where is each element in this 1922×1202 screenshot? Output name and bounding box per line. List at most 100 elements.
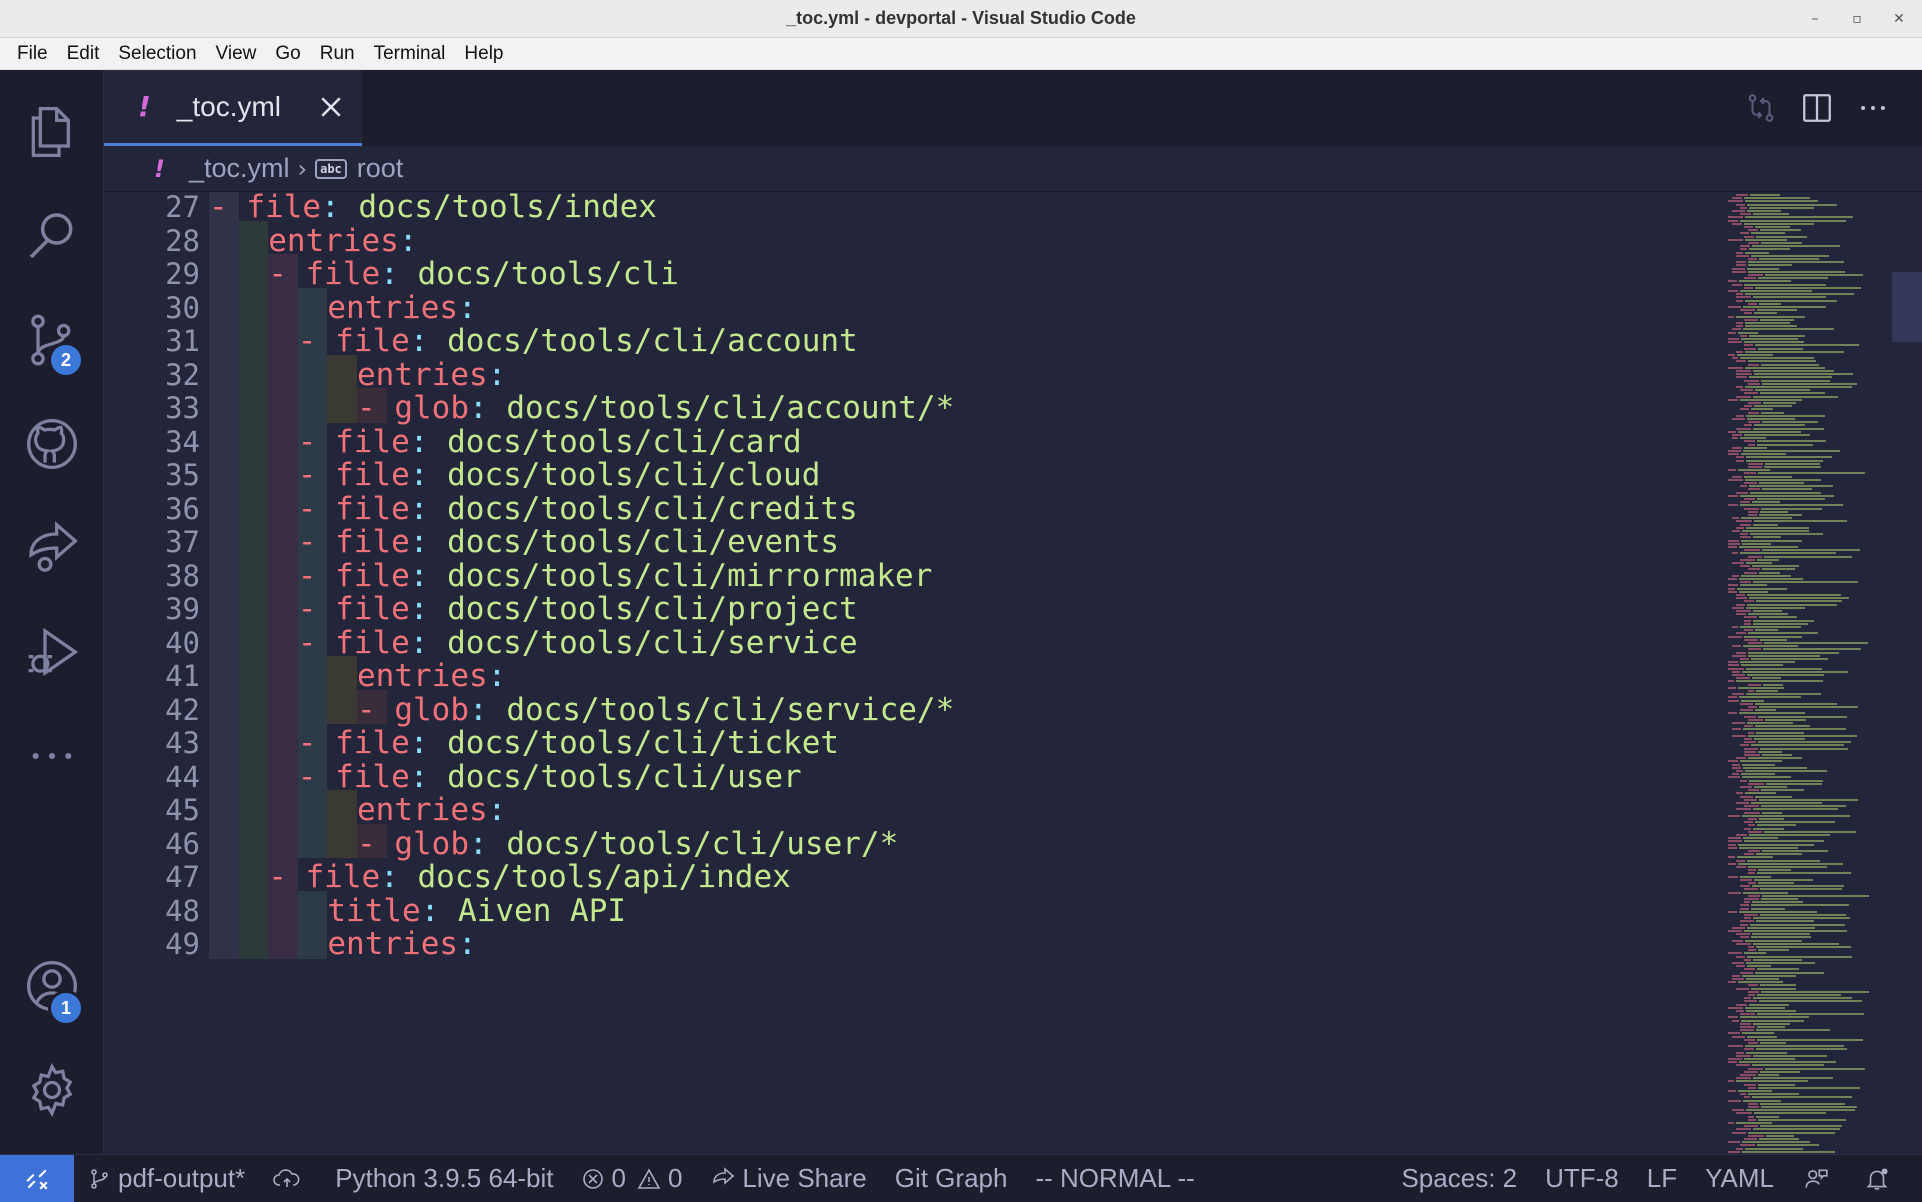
problems-indicator[interactable]: 0 0	[567, 1155, 696, 1202]
minimap-stripe	[1728, 430, 1736, 433]
live-share-button[interactable]	[0, 496, 104, 600]
minimap-stripe	[1736, 933, 1751, 936]
manage-button[interactable]	[0, 1038, 104, 1142]
more-actions-icon[interactable]	[1856, 91, 1890, 125]
open-changes-icon[interactable]	[1744, 91, 1778, 125]
menu-edit[interactable]: Edit	[58, 43, 110, 65]
minimap-stripe	[1728, 341, 1742, 344]
branch-indicator[interactable]: pdf-output*	[74, 1155, 259, 1202]
minimap-stripe	[1736, 1064, 1751, 1067]
menu-view[interactable]: View	[207, 43, 267, 65]
minimap-stripe	[1728, 910, 1737, 913]
minimap-stripe	[1732, 1035, 1745, 1038]
code-editor[interactable]: 27- file: docs/tools/index 28 entries: 29- …	[104, 192, 1724, 1154]
minimap-stripe	[1756, 946, 1852, 948]
remote-indicator[interactable]	[0, 1154, 74, 1202]
minimap-stripe	[1728, 846, 1738, 849]
tab-toc-yml[interactable]: ! _toc.yml	[104, 70, 362, 146]
minimap-stripe	[1728, 238, 1744, 241]
minimap-stripe	[1746, 459, 1823, 462]
minimap-stripe	[1738, 981, 1783, 984]
minimap-stripe	[1744, 286, 1753, 289]
github-button[interactable]	[0, 392, 104, 496]
yaml-key: entries	[327, 926, 459, 962]
explorer-button[interactable]	[0, 80, 104, 184]
minimap-stripe	[1728, 504, 1738, 507]
notifications-button[interactable]	[1850, 1155, 1922, 1202]
minimap-stripe	[1728, 366, 1743, 369]
minimap-stripe	[1740, 1013, 1756, 1016]
minimap-stripe	[1752, 213, 1789, 216]
indent-guide	[209, 254, 239, 289]
search-button[interactable]	[0, 184, 104, 288]
files-icon	[31, 107, 70, 157]
menu-run[interactable]: Run	[311, 43, 365, 65]
minimap-stripe	[1753, 373, 1854, 376]
minimap-stripe	[1755, 920, 1814, 923]
minimap-stripe	[1753, 827, 1785, 830]
minimap-stripe	[1736, 834, 1748, 836]
minimap-stripe	[1752, 610, 1783, 612]
minimap-stripe	[1748, 1067, 1763, 1070]
menu-selection[interactable]: Selection	[109, 43, 206, 65]
source-control-button[interactable]: 2	[0, 288, 104, 392]
scrollbar-thumb[interactable]	[1892, 272, 1922, 342]
minimap-stripe	[1744, 1006, 1785, 1009]
git-graph-button[interactable]: Git Graph	[881, 1155, 1022, 1202]
encoding-button[interactable]: UTF-8	[1531, 1155, 1633, 1202]
minimap-stripe	[1759, 1070, 1801, 1073]
minimap-stripe	[1732, 654, 1746, 657]
minimap-stripe	[1736, 261, 1747, 264]
minimap-stripe	[1759, 888, 1843, 891]
minimap-stripe	[1736, 376, 1747, 379]
editor-actions	[1744, 70, 1922, 146]
minimap-stripe	[1751, 904, 1849, 907]
minimap-stripe	[1728, 1150, 1740, 1153]
breadcrumb-symbol[interactable]: root	[357, 153, 404, 184]
feedback-button[interactable]	[1788, 1155, 1850, 1202]
eol-button[interactable]: LF	[1633, 1155, 1691, 1202]
minimap-stripe	[1748, 229, 1759, 232]
indentation-button[interactable]: Spaces: 2	[1387, 1155, 1531, 1202]
breadcrumb-file[interactable]: _toc.yml	[189, 153, 290, 184]
minimap-stripe	[1750, 802, 1823, 804]
minimap-stripe	[1749, 248, 1790, 251]
split-editor-icon[interactable]	[1800, 91, 1834, 125]
minimap-stripe	[1740, 408, 1750, 411]
more-views-button[interactable]	[0, 704, 104, 808]
minimap-stripe	[1736, 354, 1774, 356]
close-icon[interactable]	[316, 92, 346, 122]
run-debug-button[interactable]	[0, 600, 104, 704]
menu-go[interactable]: Go	[266, 43, 310, 65]
python-interpreter[interactable]: Python 3.9.5 64-bit	[321, 1155, 567, 1202]
live-share-status[interactable]: Live Share	[696, 1155, 880, 1202]
minimap-stripe	[1732, 437, 1739, 440]
sync-button[interactable]	[259, 1155, 321, 1202]
minimap-stripe	[1732, 722, 1745, 724]
gear-icon	[31, 1062, 73, 1118]
minimap-stripe	[1728, 584, 1738, 587]
menu-terminal[interactable]: Terminal	[365, 43, 456, 65]
minimap-stripe	[1753, 917, 1851, 920]
language-mode-button[interactable]: YAML	[1691, 1155, 1788, 1202]
minimap-stripe	[1753, 312, 1778, 315]
close-window-icon[interactable]: ✕	[1890, 11, 1908, 27]
minimap[interactable]	[1724, 192, 1904, 1154]
minimize-icon[interactable]: –	[1806, 11, 1824, 27]
minimap-stripe	[1732, 574, 1740, 577]
minimap-stripe	[1755, 725, 1811, 728]
menu-help[interactable]: Help	[455, 43, 513, 65]
minimap-stripe	[1736, 526, 1744, 529]
minimap-stripe	[1748, 1093, 1799, 1096]
accounts-button[interactable]: 1	[0, 934, 104, 1038]
indent-guide	[297, 823, 328, 858]
maximize-icon[interactable]: ▫	[1848, 11, 1866, 27]
minimap-stripe	[1757, 1013, 1864, 1016]
menu-file[interactable]: File	[8, 43, 58, 65]
minimap-stripe	[1744, 379, 1760, 382]
indent-guide	[209, 790, 239, 825]
minimap-stripe	[1761, 1106, 1858, 1108]
indent-guide	[268, 689, 298, 724]
vertical-scrollbar[interactable]	[1892, 192, 1922, 1154]
minimap-stripe	[1744, 914, 1758, 916]
